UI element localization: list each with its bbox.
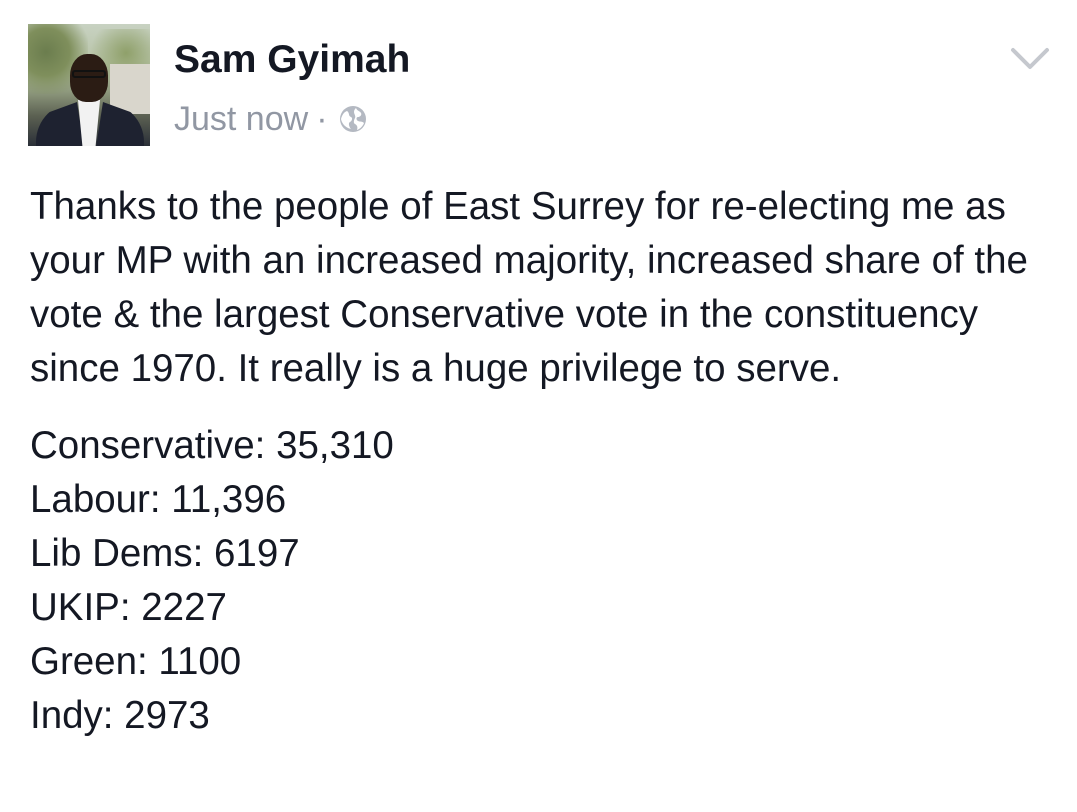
post-message: Thanks to the people of East Surrey for … — [30, 185, 1028, 390]
post-meta: Just now · — [174, 97, 368, 141]
results-list: Conservative: 35,310 Labour: 11,396 Lib … — [30, 419, 1060, 743]
post-body: Thanks to the people of East Surrey for … — [30, 180, 1060, 743]
author-name[interactable]: Sam Gyimah — [174, 38, 410, 82]
result-conservative: Conservative: 35,310 — [30, 424, 394, 467]
result-indy: Indy: 2973 — [30, 694, 210, 737]
avatar[interactable] — [28, 24, 150, 146]
chevron-down-icon[interactable] — [1010, 46, 1050, 72]
post-header: Sam Gyimah Just now · — [28, 24, 1058, 146]
meta-separator: · — [316, 99, 328, 138]
result-ukip: UKIP: 2227 — [30, 586, 227, 629]
globe-icon[interactable] — [338, 104, 368, 134]
post-timestamp[interactable]: Just now — [174, 100, 308, 139]
result-lib-dems: Lib Dems: 6197 — [30, 532, 300, 575]
result-green: Green: 1100 — [30, 640, 242, 683]
result-labour: Labour: 11,396 — [30, 478, 287, 521]
